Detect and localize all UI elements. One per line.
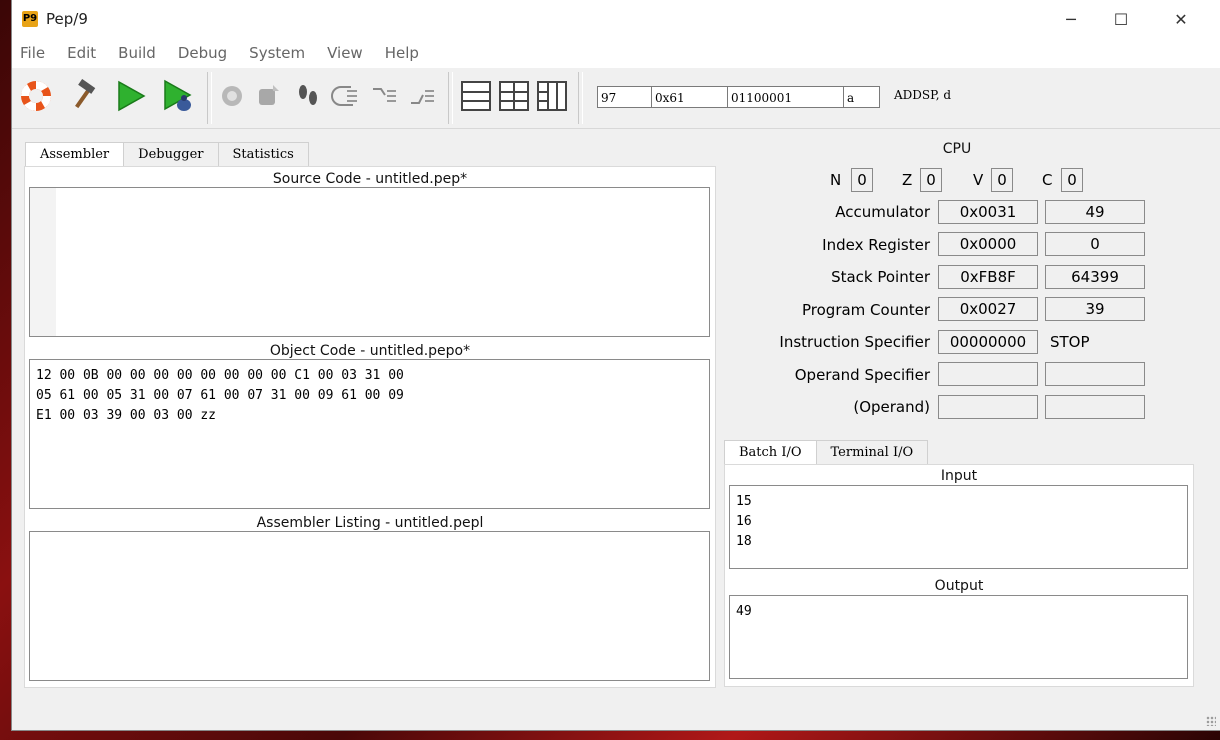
start-debug-icon[interactable] <box>212 76 252 116</box>
step-out-icon[interactable] <box>402 76 442 116</box>
io-tab-bar: Batch I/O Terminal I/O <box>724 440 929 466</box>
stack-pointer-hex: 0xFB8F <box>938 265 1038 289</box>
tab-statistics[interactable]: Statistics <box>217 142 309 167</box>
flag-v-label: V <box>973 171 984 189</box>
step-into-icon[interactable] <box>364 76 404 116</box>
flag-z-label: Z <box>902 171 913 189</box>
close-button[interactable]: ✕ <box>1152 0 1210 38</box>
window-title: Pep/9 <box>46 10 88 28</box>
layout-three-icon[interactable] <box>532 76 572 116</box>
operand-specifier-dec <box>1045 362 1145 386</box>
maximize-button[interactable]: ☐ <box>1092 0 1150 38</box>
register-label: (Operand) <box>853 398 930 416</box>
io-panel: Input 15 16 18 Output 49 <box>724 464 1194 687</box>
register-label: Operand Specifier <box>794 366 930 384</box>
tab-debugger[interactable]: Debugger <box>123 142 219 167</box>
line-number-gutter <box>30 188 56 336</box>
flag-n-label: N <box>830 171 842 189</box>
source-code-editor[interactable] <box>29 187 710 337</box>
assembler-panel: Source Code - untitled.pep* Object Code … <box>24 166 716 688</box>
accumulator-hex: 0x0031 <box>938 200 1038 224</box>
input-title: Input <box>940 468 978 484</box>
assembler-listing-title: Assembler Listing - untitled.pepl <box>256 515 484 531</box>
help-lifebuoy-icon[interactable] <box>16 76 56 116</box>
menu-build[interactable]: Build <box>118 44 168 62</box>
byte-hex-field[interactable]: 0x61 <box>651 86 728 108</box>
instruction-mnemonic: STOP <box>1050 333 1090 351</box>
flag-z-value: 0 <box>920 168 942 192</box>
object-code-line: E1 00 03 39 00 03 00 zz <box>36 408 217 423</box>
flag-c-value: 0 <box>1061 168 1083 192</box>
operand-specifier-hex <box>938 362 1038 386</box>
menu-debug[interactable]: Debug <box>178 44 239 62</box>
flag-c-label: C <box>1042 171 1053 189</box>
main-window: P9 Pep/9 ─ ☐ ✕ File Edit Build Debug Sys… <box>12 0 1220 730</box>
byte-instruction-text: ADDSP, d <box>894 88 952 102</box>
cpu-title: CPU <box>942 141 972 157</box>
layout-single-icon[interactable] <box>456 76 496 116</box>
input-line: 15 <box>736 494 752 509</box>
layout-split-icon[interactable] <box>494 76 534 116</box>
register-label: Instruction Specifier <box>779 333 930 351</box>
assembler-listing-view[interactable] <box>29 531 710 681</box>
byte-binary-field[interactable]: 01100001 <box>727 86 844 108</box>
input-line: 18 <box>736 534 752 549</box>
object-code-editor[interactable]: 12 00 0B 00 00 00 00 00 00 00 00 C1 00 0… <box>29 359 710 509</box>
index-register-dec: 0 <box>1045 232 1145 256</box>
stack-pointer-dec: 64399 <box>1045 265 1145 289</box>
step-over-icon[interactable] <box>326 76 366 116</box>
tab-terminal-io[interactable]: Terminal I/O <box>815 440 929 465</box>
register-label: Index Register <box>822 236 930 254</box>
program-counter-hex: 0x0027 <box>938 297 1038 321</box>
source-code-title: Source Code - untitled.pep* <box>272 171 468 187</box>
app-icon: P9 <box>22 11 38 27</box>
tab-batch-io[interactable]: Batch I/O <box>724 440 817 466</box>
object-code-line: 12 00 0B 00 00 00 00 00 00 00 00 C1 00 0… <box>36 368 404 383</box>
menu-help[interactable]: Help <box>385 44 431 62</box>
instruction-specifier-bin: 00000000 <box>938 330 1038 354</box>
tab-assembler[interactable]: Assembler <box>25 142 125 168</box>
debug-bug-icon[interactable] <box>158 76 198 116</box>
byte-ascii-field[interactable]: a <box>843 86 880 108</box>
interrupt-icon[interactable] <box>248 76 288 116</box>
output-title: Output <box>934 578 984 594</box>
object-code-title: Object Code - untitled.pepo* <box>269 343 471 359</box>
byte-decimal-field[interactable]: 97 <box>597 86 652 108</box>
build-hammer-icon[interactable] <box>64 76 104 116</box>
accumulator-dec: 49 <box>1045 200 1145 224</box>
menu-file[interactable]: File <box>20 44 57 62</box>
menu-bar: File Edit Build Debug System View Help <box>12 38 1220 68</box>
batch-output-field[interactable]: 49 <box>729 595 1188 679</box>
register-label: Program Counter <box>802 301 930 319</box>
flag-v-value: 0 <box>991 168 1013 192</box>
run-play-icon[interactable] <box>110 76 150 116</box>
flag-n-value: 0 <box>851 168 873 192</box>
batch-input-field[interactable]: 15 16 18 <box>729 485 1188 569</box>
output-line: 49 <box>736 604 752 619</box>
register-label: Stack Pointer <box>831 268 930 286</box>
menu-edit[interactable]: Edit <box>67 44 108 62</box>
menu-system[interactable]: System <box>249 44 317 62</box>
input-line: 16 <box>736 514 752 529</box>
title-bar: P9 Pep/9 ─ ☐ ✕ <box>12 0 1220 38</box>
left-tab-bar: Assembler Debugger Statistics <box>25 142 309 168</box>
operand-hex <box>938 395 1038 419</box>
menu-view[interactable]: View <box>327 44 375 62</box>
resize-grip-icon[interactable] <box>1206 716 1216 726</box>
step-footprint-icon[interactable] <box>288 76 328 116</box>
register-label: Accumulator <box>835 203 930 221</box>
index-register-hex: 0x0000 <box>938 232 1038 256</box>
operand-dec <box>1045 395 1145 419</box>
program-counter-dec: 39 <box>1045 297 1145 321</box>
toolbar: 97 0x61 01100001 a ADDSP, d <box>12 68 1220 129</box>
object-code-line: 05 61 00 05 31 00 07 61 00 07 31 00 09 6… <box>36 388 404 403</box>
